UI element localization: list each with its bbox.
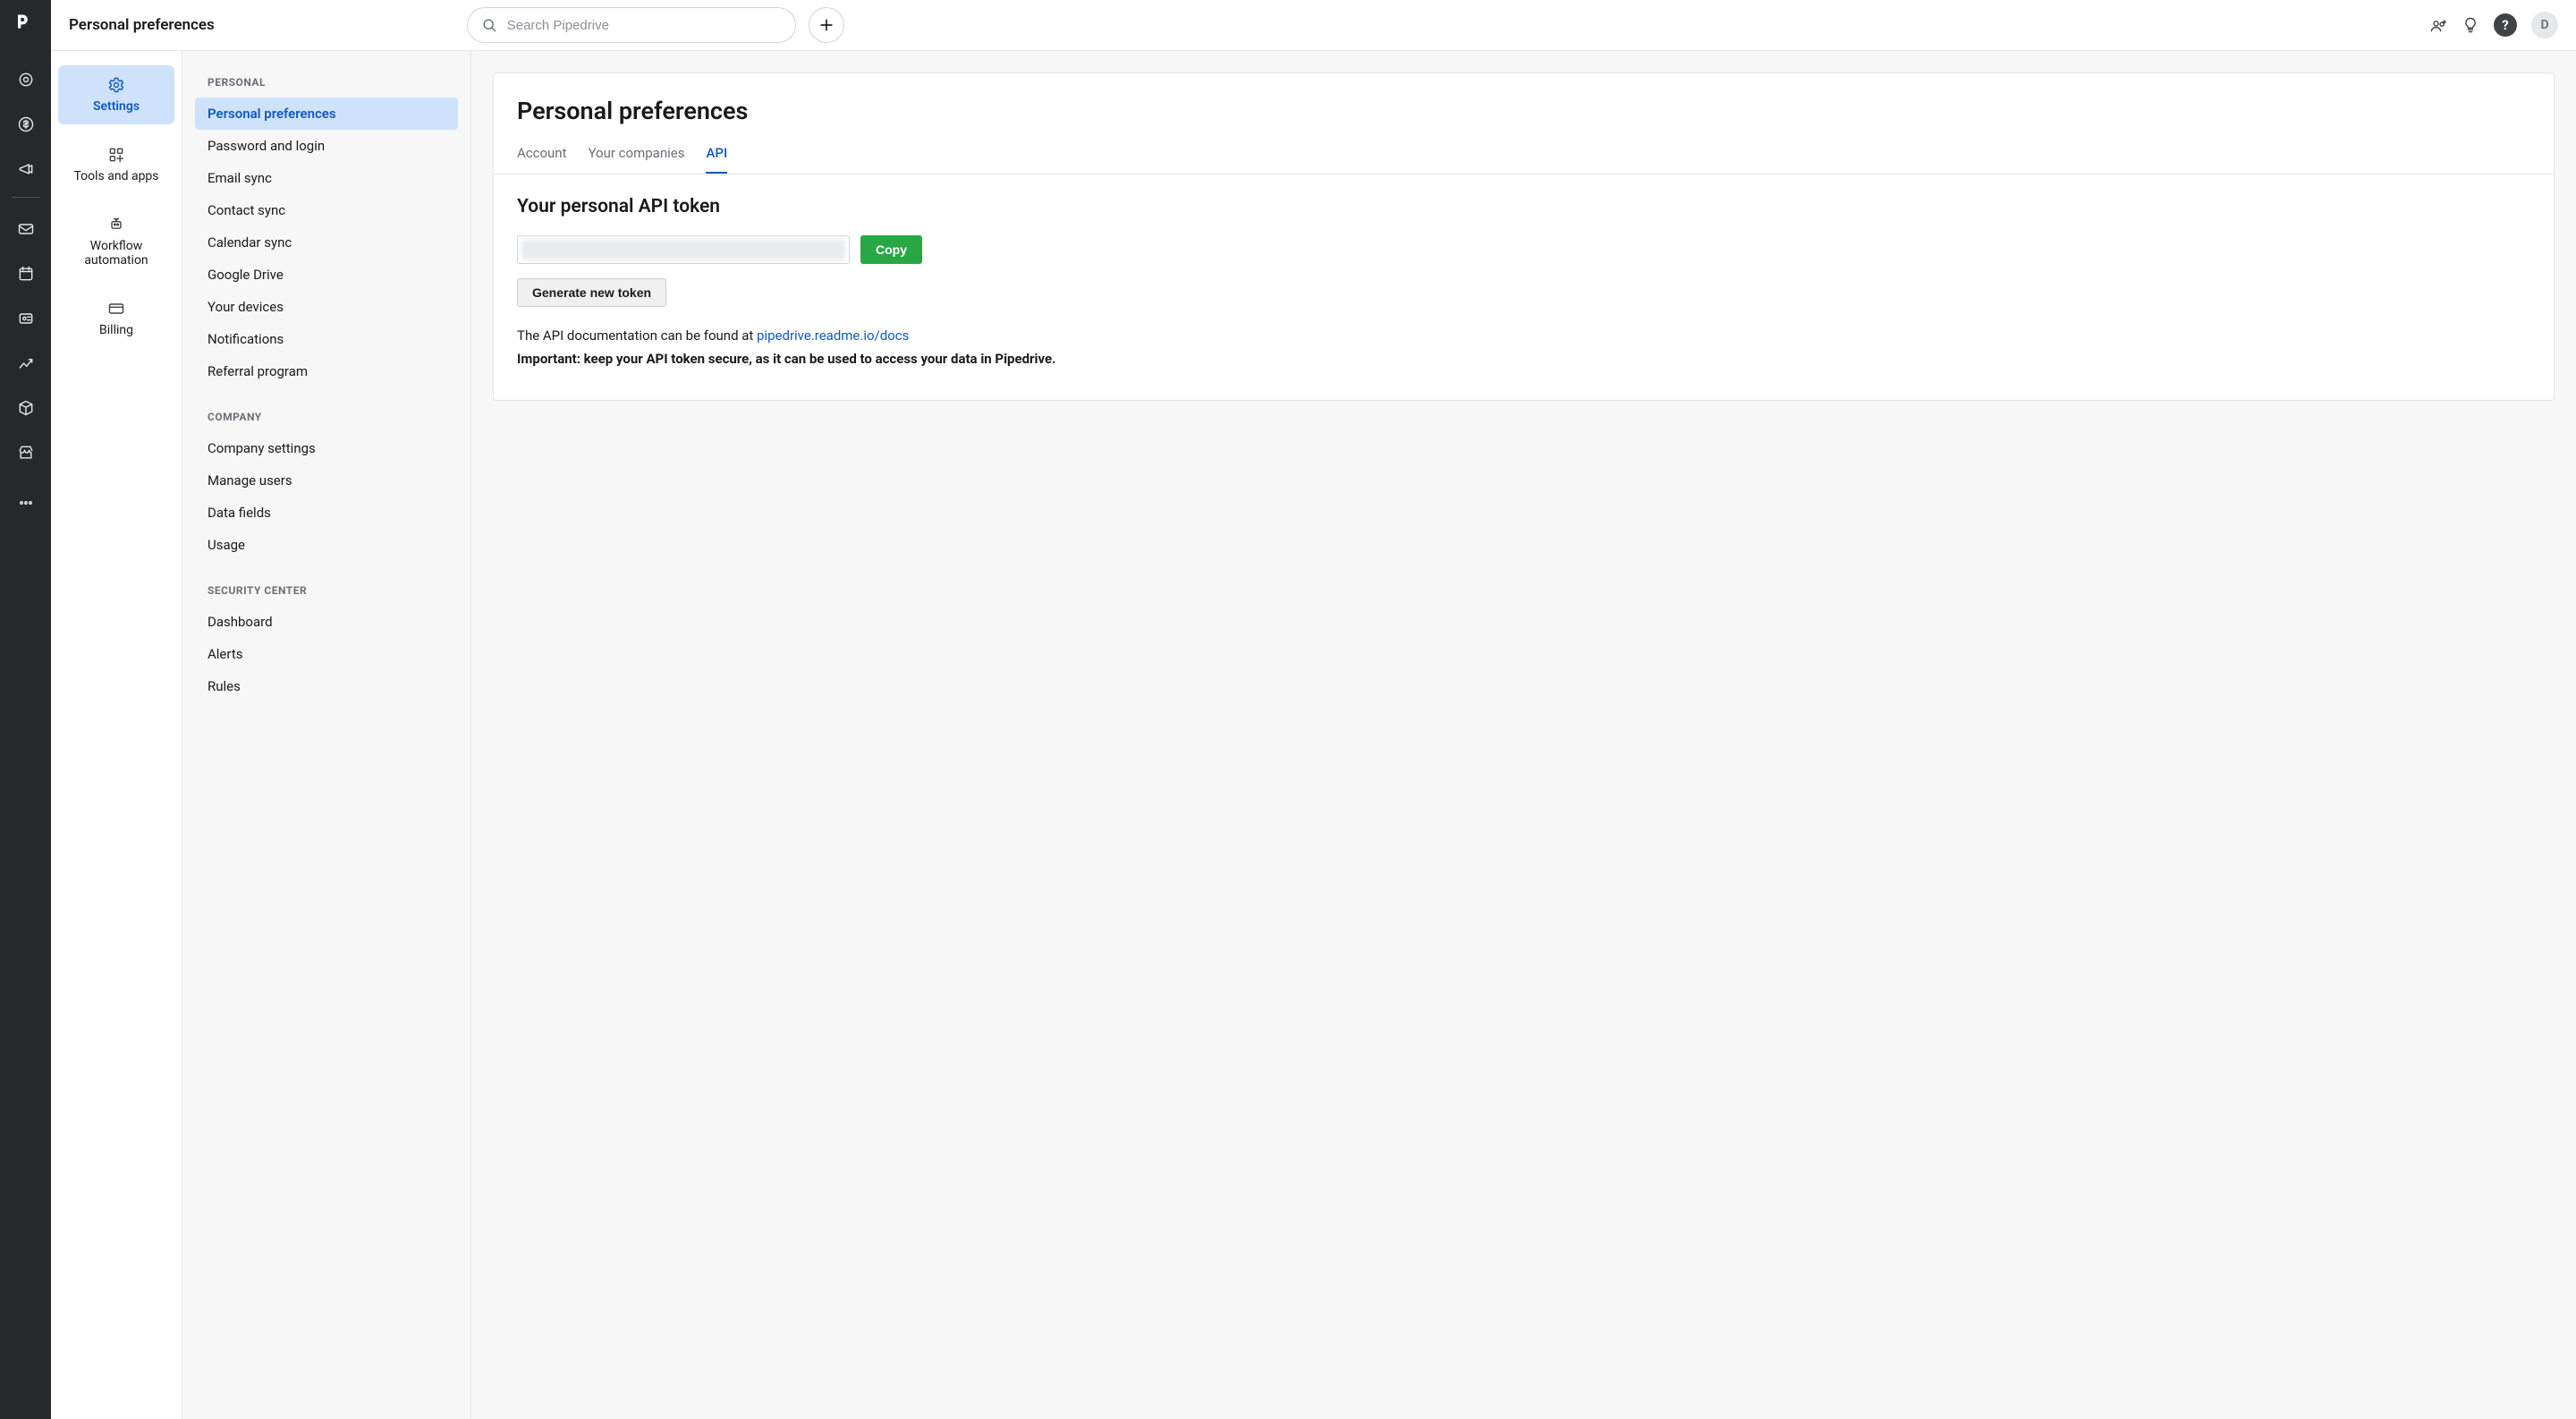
topbar: Personal preferences ? [51,0,2576,51]
copy-button[interactable]: Copy [860,235,922,264]
nav-item-usage[interactable]: Usage [195,529,458,561]
nav-item-your-devices[interactable]: Your devices [195,291,458,323]
invite-users-icon[interactable] [2429,16,2447,34]
page-title: Personal preferences [69,16,215,34]
rail-item-mail[interactable] [0,207,51,251]
tab-api[interactable]: API [706,145,727,174]
settings-section-column: Settings Tools and apps Workflow automat… [51,51,182,1419]
tab-your-companies[interactable]: Your companies [589,145,685,174]
rail-divider [12,197,40,198]
tips-icon[interactable] [2462,16,2479,34]
plus-icon [818,16,835,34]
nav-item-manage-users[interactable]: Manage users [195,464,458,497]
nav-item-contact-sync[interactable]: Contact sync [195,194,458,226]
nav-item-personal-preferences[interactable]: Personal preferences [195,98,458,130]
rail-item-campaigns[interactable] [0,147,51,191]
api-token-warning: Important: keep your API token secure, a… [517,348,2530,370]
settings-nav: PERSONAL Personal preferences Password a… [182,51,471,1419]
nav-item-email-sync[interactable]: Email sync [195,162,458,194]
search-icon [480,16,498,34]
nav-item-referral-program[interactable]: Referral program [195,355,458,387]
widecol-workflow[interactable]: Workflow automation [58,205,174,278]
content-area: Personal preferences Account Your compan… [471,51,2576,1419]
nav-item-security-alerts[interactable]: Alerts [195,638,458,670]
pipedrive-logo-icon[interactable] [13,13,38,38]
api-docs-line: The API documentation can be found at pi… [517,325,2530,346]
nav-item-security-rules[interactable]: Rules [195,670,458,702]
nav-item-security-dashboard[interactable]: Dashboard [195,606,458,638]
api-token-heading: Your personal API token [517,196,2530,217]
nav-item-company-settings[interactable]: Company settings [195,432,458,464]
api-docs-prefix: The API documentation can be found at [517,327,757,344]
widecol-settings[interactable]: Settings [58,65,174,124]
api-docs-link[interactable]: pipedrive.readme.io/docs [757,327,909,344]
rail-item-products[interactable] [0,386,51,430]
help-icon[interactable]: ? [2494,13,2517,37]
widecol-workflow-label: Workflow automation [62,239,171,268]
widecol-billing[interactable]: Billing [58,289,174,348]
primary-nav-rail [0,0,51,1419]
rail-item-leads[interactable] [0,57,51,102]
widecol-billing-label: Billing [99,323,133,337]
rail-item-insights[interactable] [0,341,51,386]
robot-icon [107,216,125,234]
nav-item-data-fields[interactable]: Data fields [195,497,458,529]
nav-item-google-drive[interactable]: Google Drive [195,259,458,291]
tools-icon [107,146,125,164]
preferences-tabs: Account Your companies API [494,145,2554,174]
user-avatar[interactable]: D [2531,12,2558,38]
nav-item-notifications[interactable]: Notifications [195,323,458,355]
api-token-field[interactable] [517,235,850,264]
api-token-blurred-value [521,240,845,259]
widecol-tools-label: Tools and apps [73,169,158,183]
rail-item-deals[interactable] [0,102,51,147]
nav-item-calendar-sync[interactable]: Calendar sync [195,226,458,259]
credit-card-icon [107,300,125,318]
widecol-settings-label: Settings [93,99,140,114]
rail-item-marketplace[interactable] [0,430,51,475]
rail-item-more[interactable] [0,480,51,525]
preferences-card: Personal preferences Account Your compan… [493,72,2555,401]
search-box[interactable] [467,7,796,43]
nav-heading-personal: PERSONAL [195,71,458,98]
search-input[interactable] [507,18,783,33]
quick-add-button[interactable] [809,7,844,43]
widecol-tools[interactable]: Tools and apps [58,135,174,194]
nav-heading-company: COMPANY [195,405,458,432]
rail-item-activities[interactable] [0,251,51,296]
content-page-heading: Personal preferences [517,97,2530,125]
nav-item-password-login[interactable]: Password and login [195,130,458,162]
rail-item-contacts[interactable] [0,296,51,341]
nav-heading-security: SECURITY CENTER [195,579,458,606]
generate-token-button[interactable]: Generate new token [517,278,666,307]
gear-icon [107,76,125,94]
tab-account[interactable]: Account [517,145,567,174]
